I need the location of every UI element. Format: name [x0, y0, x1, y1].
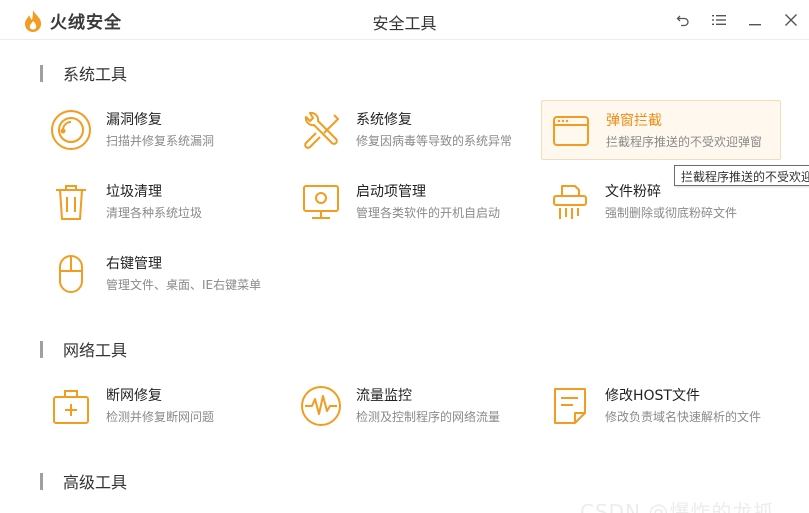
tool-junk-clean[interactable]: 垃圾清理 清理各种系统垃圾 [42, 172, 282, 232]
section-header-advanced: 高级工具 [40, 469, 127, 493]
section-marker [40, 472, 43, 490]
document-edit-icon [554, 388, 586, 424]
minimize-icon [749, 24, 761, 26]
minimize-button[interactable] [737, 0, 773, 40]
close-button[interactable] [773, 0, 809, 40]
tool-system-repair[interactable]: 系统修复 修复因病毒等导致的系统异常 [292, 100, 532, 160]
tool-name: 系统修复 [356, 112, 412, 128]
tool-name: 修改HOST文件 [605, 388, 700, 404]
popup-window-icon [553, 116, 589, 146]
shield-patch-icon [51, 110, 91, 150]
section-title-advanced: 高级工具 [63, 473, 128, 492]
tool-name: 弹窗拦截 [606, 113, 662, 129]
tool-vulnerability-fix[interactable]: 漏洞修复 扫描并修复系统漏洞 [42, 100, 282, 160]
tool-desc: 管理文件、桌面、IE右键菜单 [106, 278, 262, 292]
section-marker [40, 64, 43, 82]
section-marker [40, 340, 43, 358]
tool-traffic-monitor[interactable]: 流量监控 检测及控制程序的网络流量 [292, 376, 532, 436]
tool-desc: 强制删除或彻底粉碎文件 [605, 206, 738, 220]
app-name: 火绒安全 [50, 13, 122, 33]
tool-desc: 管理各类软件的开机自启动 [356, 206, 501, 220]
traffic-wave-icon [301, 386, 341, 426]
tool-desc: 检测及控制程序的网络流量 [356, 410, 501, 424]
title-bar: 火绒安全 安全工具 [0, 0, 809, 40]
flame-logo-icon [25, 9, 42, 32]
monitor-startup-icon [303, 185, 339, 219]
tool-name: 右键管理 [106, 256, 162, 272]
close-icon [785, 14, 797, 26]
tool-desc: 拦截程序推送的不受欢迎弹窗 [606, 135, 763, 149]
tool-name: 流量监控 [356, 388, 412, 404]
tooltip: 拦截程序推送的不受欢迎 [674, 165, 809, 186]
tool-name: 启动项管理 [356, 184, 426, 200]
tool-desc: 检测并修复断网问题 [106, 410, 215, 424]
back-icon [676, 15, 689, 27]
shredder-icon [553, 185, 587, 219]
section-header-system: 系统工具 [40, 61, 127, 85]
first-aid-kit-icon [53, 390, 89, 424]
tool-name: 垃圾清理 [106, 184, 162, 200]
window-controls [665, 0, 809, 40]
tool-desc: 清理各种系统垃圾 [106, 206, 203, 220]
app-logo: 火绒安全 [22, 8, 122, 33]
section-title-system: 系统工具 [63, 65, 128, 84]
tool-desc: 扫描并修复系统漏洞 [106, 134, 215, 148]
tool-desc: 修复因病毒等导致的系统异常 [356, 134, 513, 148]
mouse-icon [59, 255, 83, 293]
tool-startup-manager[interactable]: 启动项管理 管理各类软件的开机自启动 [292, 172, 532, 232]
trash-icon [56, 185, 86, 220]
tool-name: 漏洞修复 [106, 112, 162, 128]
section-title-network: 网络工具 [63, 341, 128, 360]
menu-button[interactable] [701, 0, 737, 40]
back-button[interactable] [665, 0, 701, 40]
tool-desc: 修改负责域名快速解析的文件 [605, 410, 762, 424]
section-header-network: 网络工具 [40, 337, 127, 361]
menu-icon [712, 15, 726, 25]
tool-edit-hosts[interactable]: 修改HOST文件 修改负责域名快速解析的文件 [541, 376, 781, 436]
tool-name: 断网修复 [106, 388, 162, 404]
watermark: CSDN @爆炸的龙抓 [580, 500, 775, 513]
tool-popup-block[interactable]: 弹窗拦截 拦截程序推送的不受欢迎弹窗 [541, 100, 781, 160]
wrench-screwdriver-icon [304, 111, 339, 149]
tool-network-repair[interactable]: 断网修复 检测并修复断网问题 [42, 376, 282, 436]
tool-context-menu-manager[interactable]: 右键管理 管理文件、桌面、IE右键菜单 [42, 244, 282, 304]
tool-name: 文件粉碎 [605, 184, 661, 200]
